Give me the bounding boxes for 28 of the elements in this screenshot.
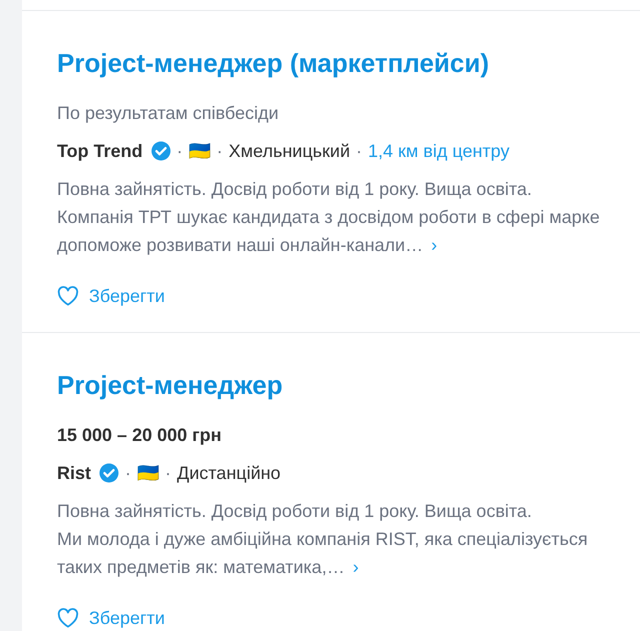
heart-icon — [57, 608, 79, 628]
separator-dot: · — [165, 462, 172, 485]
description-text: Повна зайнятість. Досвід роботи від 1 року. Вища освіта. — [57, 178, 532, 201]
description-text: допоможе розвивати наші онлайн-канали… — [57, 234, 424, 257]
flag-emoji: 🇺🇦 — [137, 462, 160, 485]
description-text: Ми молода і дуже амбіційна компанія RIST, яка спеціалізується — [57, 528, 588, 551]
company-name[interactable]: Rist — [57, 460, 92, 486]
flag-emoji: 🇺🇦 — [188, 140, 211, 163]
separator-dot: · — [125, 462, 132, 485]
more-link[interactable]: › — [431, 231, 438, 259]
more-link[interactable]: › — [352, 553, 359, 581]
distance-link[interactable]: 1,4 км від центру — [368, 138, 510, 164]
heart-icon — [57, 286, 79, 306]
location-text: Дистанційно — [177, 462, 281, 485]
location-text: Хмельницький — [228, 140, 350, 163]
save-button[interactable]: Зберегти — [57, 605, 165, 631]
vacancy-title[interactable]: Project-менеджер — [57, 367, 640, 403]
separator-dot: · — [176, 140, 183, 163]
separator-dot: · — [216, 140, 223, 163]
description-text: Повна зайнятість. Досвід роботи від 1 року. Вища освіта. — [57, 500, 532, 523]
description-text: Компанія ТРТ шукає кандидата з досвідом роботи в сфері марке — [57, 206, 600, 229]
save-button[interactable]: Зберегти — [57, 283, 165, 309]
separator-dot: · — [356, 140, 362, 163]
company-name[interactable]: Top Trend — [57, 138, 143, 164]
salary-note: По результатам співбесіди — [57, 102, 280, 125]
vacancy-title[interactable]: Project-менеджер (маркетплейси) — [57, 45, 640, 81]
salary-text: 15 000 – 20 000 грн — [57, 424, 222, 447]
description-text: таких предметів як: математика,… — [57, 556, 345, 579]
